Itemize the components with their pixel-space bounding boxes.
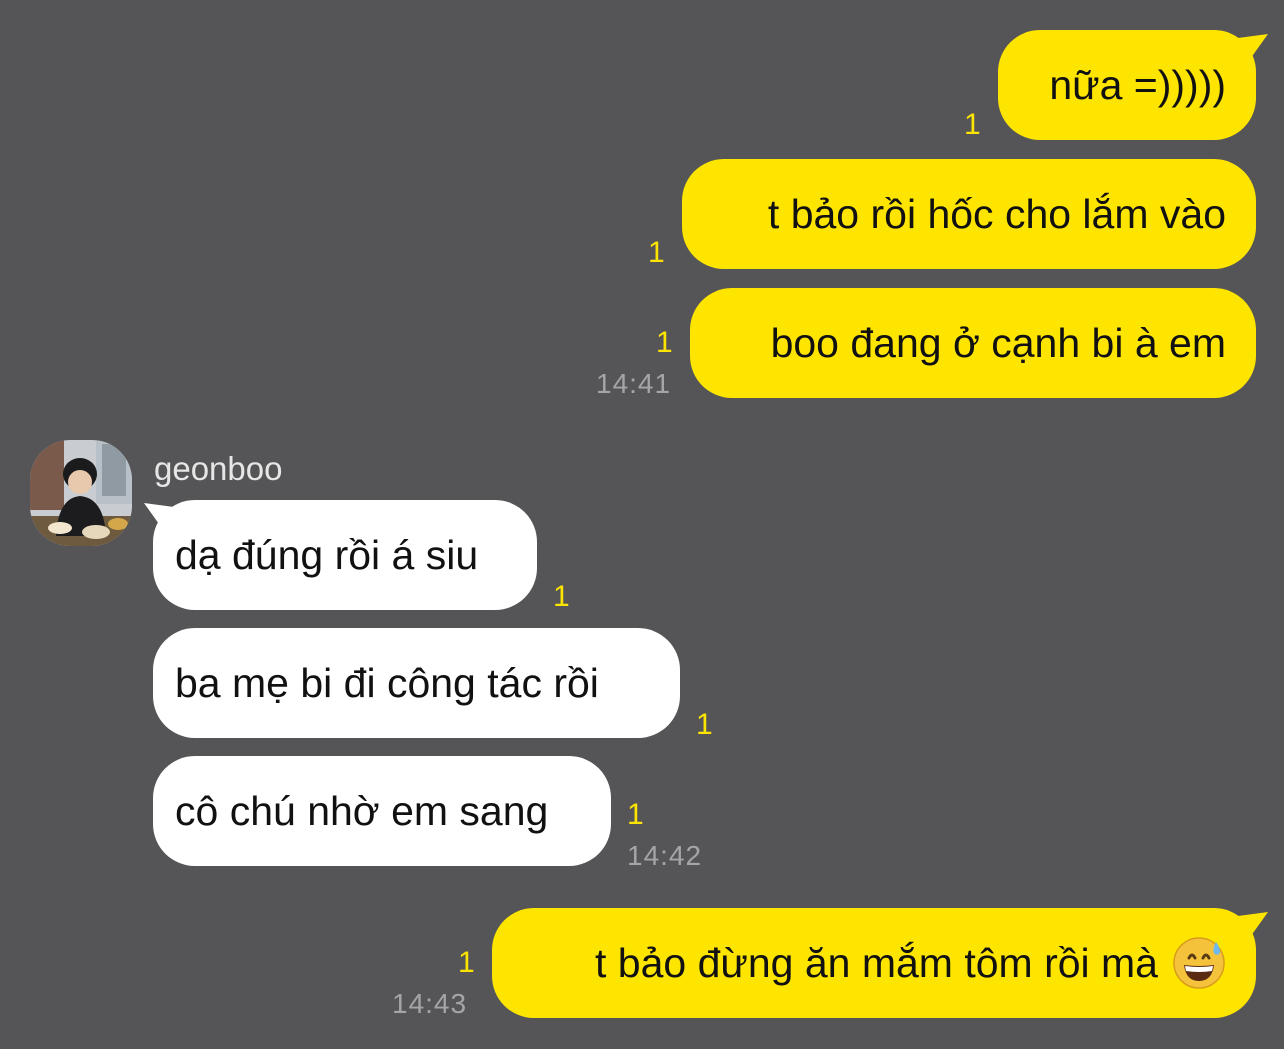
avatar-photo <box>30 440 132 546</box>
message-text: t bảo đừng ăn mắm tôm rồi mà <box>595 939 1158 986</box>
message-text: cô chú nhờ em sang <box>175 787 549 834</box>
bubble-tail <box>1238 34 1268 62</box>
unread-count: 1 <box>696 708 713 741</box>
their-message-bubble[interactable]: ba mẹ bi đi công tác rồi <box>153 628 680 738</box>
grinning-face-with-sweat-emoji <box>1173 937 1225 989</box>
sender-name[interactable]: geonboo <box>154 452 282 485</box>
unread-count: 1 <box>648 236 665 269</box>
timestamp: 14:41 <box>596 368 672 399</box>
message-text: ba mẹ bi đi công tác rồi <box>175 659 599 706</box>
my-message-bubble[interactable]: nữa =))))) <box>998 30 1256 140</box>
unread-count: 1 <box>656 326 673 359</box>
bubble-tail <box>1238 912 1268 940</box>
their-message-bubble[interactable]: dạ đúng rồi á siu <box>153 500 537 610</box>
unread-count: 1 <box>964 108 981 141</box>
timestamp: 14:42 <box>627 840 703 871</box>
timestamp: 14:43 <box>392 988 468 1019</box>
chat-view[interactable]: nữa =))))) 1 t bảo rồi hốc cho lắm vào 1… <box>0 0 1284 1049</box>
message-text: dạ đúng rồi á siu <box>175 531 479 578</box>
my-message-bubble[interactable]: boo đang ở cạnh bi à em <box>690 288 1256 398</box>
avatar[interactable] <box>30 440 132 546</box>
unread-count: 1 <box>627 798 644 831</box>
my-message-bubble[interactable]: t bảo rồi hốc cho lắm vào <box>682 159 1256 269</box>
message-text: boo đang ở cạnh bi à em <box>770 319 1226 366</box>
their-message-bubble[interactable]: cô chú nhờ em sang <box>153 756 611 866</box>
my-message-bubble[interactable]: t bảo đừng ăn mắm tôm rồi mà <box>492 908 1256 1018</box>
message-text: nữa =))))) <box>1049 61 1226 108</box>
unread-count: 1 <box>458 946 475 979</box>
unread-count: 1 <box>553 580 570 613</box>
message-text: t bảo rồi hốc cho lắm vào <box>767 190 1226 237</box>
